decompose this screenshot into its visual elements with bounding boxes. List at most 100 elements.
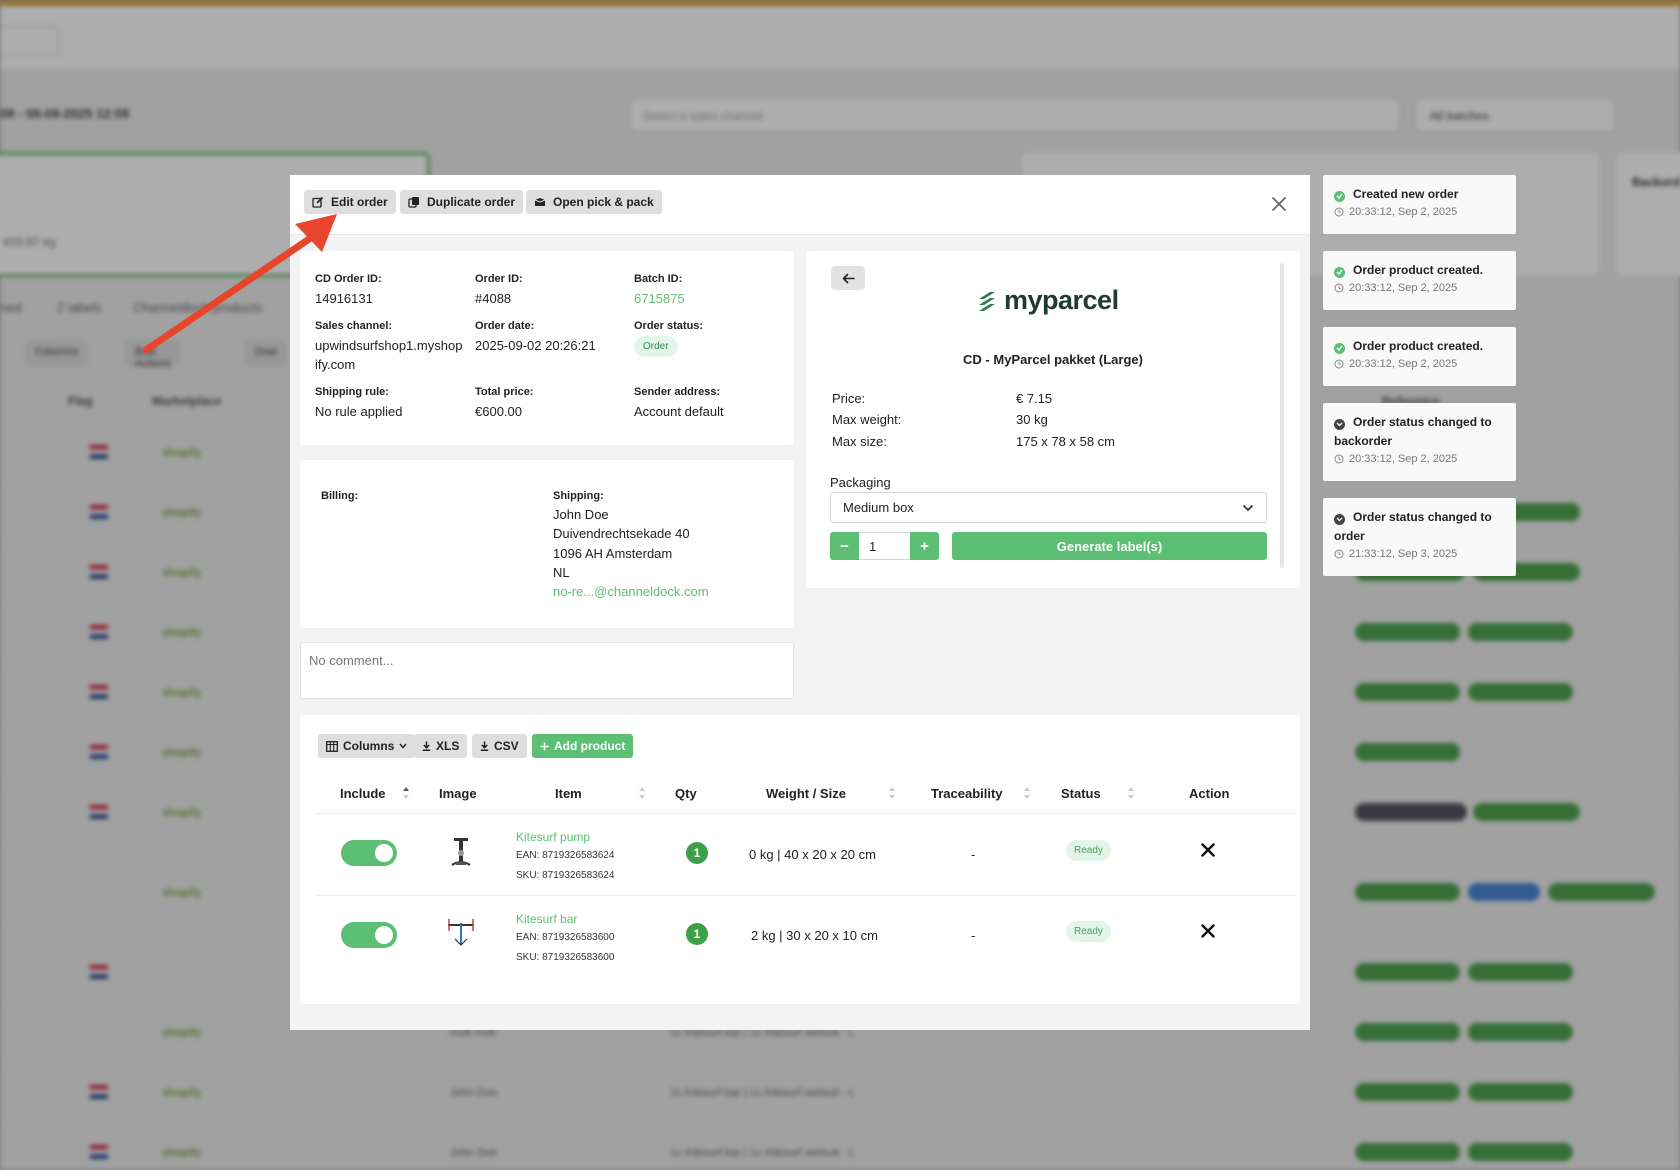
- include-toggle[interactable]: [341, 840, 397, 866]
- order-status-badge: Order: [634, 336, 678, 357]
- generate-labels-button[interactable]: Generate label(s): [952, 532, 1267, 560]
- back-button[interactable]: [831, 266, 865, 290]
- columns-button[interactable]: Columns: [318, 734, 416, 758]
- status-badge: Ready: [1066, 921, 1111, 942]
- price: € 7.15: [1016, 391, 1053, 406]
- close-icon[interactable]: [1268, 193, 1290, 215]
- total-price-label: Total price:: [475, 386, 534, 398]
- clock-icon: [1334, 207, 1344, 217]
- chevron-down-icon: [399, 743, 407, 749]
- product-name-link[interactable]: Kitesurf pump: [516, 830, 590, 844]
- include-toggle[interactable]: [341, 922, 397, 948]
- sender-address-label: Sender address:: [634, 386, 721, 398]
- sales-channel-line2: ify.com: [315, 357, 356, 372]
- notification-toast[interactable]: Created new order 20:33:12, Sep 2, 2025: [1323, 175, 1516, 234]
- max-size: 175 x 78 x 58 cm: [1016, 434, 1115, 449]
- export-xls-button[interactable]: XLS: [414, 734, 468, 758]
- qty-badge: 1: [686, 923, 708, 945]
- shipping-city: 1096 AH Amsterdam: [553, 546, 673, 561]
- carrier-product-name: CD - MyParcel pakket (Large): [963, 352, 1143, 367]
- qty-badge: 1: [686, 842, 708, 864]
- packaging-select[interactable]: Medium box: [830, 492, 1267, 523]
- shipping-rule-label: Shipping rule:: [315, 386, 389, 398]
- batch-id-label: Batch ID:: [634, 273, 683, 285]
- quantity-decrement-button[interactable]: −: [830, 532, 859, 560]
- notification-toast[interactable]: Order status changed to order 21:33:12, …: [1323, 498, 1516, 576]
- max-weight: 30 kg: [1016, 412, 1048, 427]
- sort-icon[interactable]: [638, 785, 646, 801]
- batch-id-link[interactable]: 6715875: [634, 289, 685, 308]
- shipping-name: John Doe: [553, 507, 609, 522]
- duplicate-order-button[interactable]: Duplicate order: [400, 190, 524, 214]
- label-quantity-input[interactable]: [859, 532, 910, 560]
- total-price: €600.00: [475, 404, 522, 419]
- columns-icon: [326, 740, 338, 752]
- sort-icon[interactable]: [1023, 785, 1031, 801]
- add-product-button[interactable]: Add product: [532, 734, 634, 758]
- notification-title: Order status changed to backorder: [1334, 415, 1492, 448]
- chevron-down-icon: [1242, 504, 1254, 511]
- notification-toast[interactable]: Order status changed to backorder 20:33:…: [1323, 403, 1516, 481]
- add-product-label: Add product: [554, 739, 626, 753]
- header-traceability[interactable]: Traceability: [931, 786, 1003, 801]
- comment-textarea[interactable]: [300, 642, 794, 699]
- sender-address: Account default: [634, 404, 724, 419]
- order-id-label: Order ID:: [475, 273, 523, 285]
- export-csv-button[interactable]: CSV: [472, 734, 527, 758]
- clock-icon: [1334, 549, 1344, 559]
- notification-time: 20:33:12, Sep 2, 2025: [1349, 282, 1458, 294]
- order-id: #4088: [475, 291, 512, 306]
- notification-title: Order status changed to order: [1334, 510, 1492, 543]
- product-ean: EAN: 8719326583624: [516, 850, 615, 861]
- sales-channel-label: Sales channel:: [315, 320, 393, 332]
- header-include[interactable]: Include: [340, 786, 386, 801]
- order-date: 2025-09-02 20:26:21: [475, 338, 596, 353]
- shipping-rule: No rule applied: [315, 404, 403, 419]
- quantity-increment-button[interactable]: +: [910, 532, 939, 560]
- download-icon: [422, 741, 431, 751]
- header-weight-size[interactable]: Weight / Size: [766, 786, 846, 801]
- shipping-email-link[interactable]: no-re...@channeldock.com: [553, 582, 709, 601]
- header-item[interactable]: Item: [555, 786, 582, 801]
- xls-label: XLS: [436, 739, 460, 753]
- clock-icon: [1334, 283, 1344, 293]
- open-pick-pack-button[interactable]: Open pick & pack: [526, 190, 662, 214]
- shipping-street: Duivendrechtsekade 40: [553, 526, 690, 541]
- header-action: Action: [1189, 786, 1230, 801]
- sort-icon[interactable]: [402, 785, 410, 801]
- edit-order-button[interactable]: Edit order: [304, 190, 396, 214]
- product-name-link[interactable]: Kitesurf bar: [516, 912, 577, 926]
- myparcel-logo-text: myparcel: [1004, 285, 1119, 315]
- card-scrollbar[interactable]: [1280, 263, 1284, 568]
- product-ean: EAN: 8719326583600: [516, 932, 615, 943]
- notification-time: 20:33:12, Sep 2, 2025: [1349, 358, 1458, 370]
- order-status-label: Order status:: [634, 320, 704, 332]
- notification-time: 20:33:12, Sep 2, 2025: [1349, 453, 1458, 465]
- row-divider: [316, 813, 1296, 814]
- weight-size: 2 kg | 30 x 20 x 10 cm: [751, 928, 878, 943]
- sales-channel-line1: upwindsurfshop1.myshop: [315, 338, 463, 353]
- modal-header: Edit order Duplicate order Open pick & p…: [290, 175, 1310, 235]
- traceability: -: [971, 847, 976, 862]
- edit-order-label: Edit order: [331, 195, 388, 209]
- notification-toast[interactable]: Order product created. 20:33:12, Sep 2, …: [1323, 327, 1516, 386]
- sort-icon[interactable]: [888, 785, 896, 801]
- sort-icon[interactable]: [1127, 785, 1135, 801]
- notification-time: 20:33:12, Sep 2, 2025: [1349, 206, 1458, 218]
- header-image: Image: [439, 786, 477, 801]
- packaging-label: Packaging: [830, 475, 891, 490]
- max-weight-label: Max weight:: [832, 412, 902, 427]
- traceability: -: [971, 928, 976, 943]
- delete-icon[interactable]: [1201, 924, 1215, 938]
- cd-order-id-label: CD Order ID:: [315, 273, 382, 285]
- notification-title: Order product created.: [1353, 263, 1484, 277]
- check-icon: [1334, 342, 1345, 354]
- copy-icon: [408, 197, 419, 208]
- address-card: Billing: Shipping: John Doe Duivendrecht…: [300, 460, 794, 628]
- header-status[interactable]: Status: [1061, 786, 1101, 801]
- billing-label: Billing:: [321, 490, 359, 502]
- delete-icon[interactable]: [1201, 843, 1215, 857]
- notification-toast[interactable]: Order product created. 20:33:12, Sep 2, …: [1323, 251, 1516, 310]
- open-pick-pack-label: Open pick & pack: [553, 195, 654, 209]
- clock-icon: [1334, 359, 1344, 369]
